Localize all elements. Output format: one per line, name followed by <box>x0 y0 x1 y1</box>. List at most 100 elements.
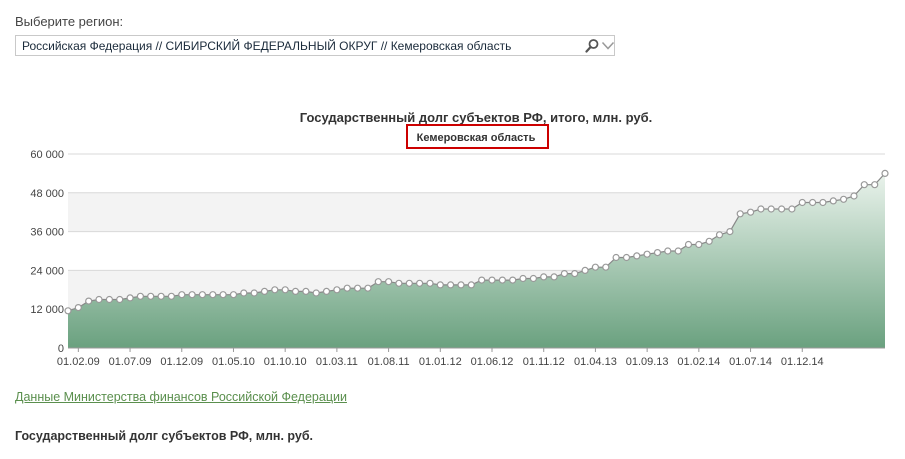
x-tick-label: 01.04.13 <box>574 356 617 368</box>
x-tick-label: 01.05.10 <box>212 356 255 368</box>
chart-title: Государственный долг субъектов РФ, итого… <box>300 110 652 125</box>
y-tick-label: 0 <box>58 343 64 355</box>
data-point <box>385 278 393 286</box>
x-tick-label: 01.10.10 <box>264 356 307 368</box>
data-point <box>291 287 300 295</box>
data-point <box>229 291 238 299</box>
data-point <box>695 240 703 249</box>
data-point <box>571 270 579 278</box>
x-tick-label: 01.12.09 <box>160 356 203 368</box>
data-point <box>364 284 372 292</box>
data-point <box>436 281 444 289</box>
data-point <box>860 181 868 189</box>
data-point <box>343 284 351 292</box>
data-point <box>105 295 114 304</box>
data-point <box>602 263 610 271</box>
x-tick-label: 01.11.12 <box>523 356 565 368</box>
data-point <box>354 284 362 292</box>
y-tick-label: 12 000 <box>30 304 64 316</box>
data-point <box>447 281 455 289</box>
data-point <box>240 289 248 297</box>
data-point <box>260 287 269 295</box>
data-point <box>850 192 858 200</box>
data-point <box>653 249 662 257</box>
data-point <box>457 281 465 289</box>
data-point <box>312 289 320 297</box>
search-icon[interactable] <box>585 38 600 53</box>
data-point <box>219 291 227 299</box>
x-tick-label: 01.02.09 <box>57 356 100 368</box>
data-point <box>705 237 713 245</box>
data-point <box>64 307 72 315</box>
chart-svg: Государственный долг субъектов РФ, итого… <box>30 110 889 368</box>
data-point <box>405 279 413 287</box>
data-point <box>798 198 806 207</box>
data-point <box>839 195 848 203</box>
section-title: Государственный долг субъектов РФ, млн. … <box>15 429 314 443</box>
x-tick-label: 01.03.11 <box>316 356 358 368</box>
data-point <box>322 287 331 295</box>
data-point <box>622 253 631 262</box>
data-point <box>126 294 134 302</box>
chart-subtitle: Кемеровская область <box>417 132 536 144</box>
y-tick-label: 36 000 <box>30 227 64 239</box>
data-point <box>74 304 82 312</box>
data-point <box>643 250 651 258</box>
data-point <box>198 291 206 299</box>
data-point <box>416 279 424 287</box>
x-tick-label: 01.09.13 <box>626 356 669 368</box>
data-point <box>498 276 506 284</box>
data-point <box>560 270 569 278</box>
data-point <box>736 210 744 218</box>
data-point <box>136 292 144 300</box>
data-point <box>426 279 434 287</box>
region-select[interactable]: Российская Федерация // СИБИРСКИЙ ФЕДЕРА… <box>15 35 615 56</box>
data-point <box>684 240 693 249</box>
region-select-value: Российская Федерация // СИБИРСКИЙ ФЕДЕРА… <box>22 39 512 53</box>
x-tick-label: 01.12.14 <box>781 356 824 368</box>
data-point <box>147 292 155 300</box>
data-point <box>374 278 382 286</box>
x-tick-label: 01.08.11 <box>368 356 410 368</box>
data-point <box>281 286 289 294</box>
x-tick-label: 01.02.14 <box>677 356 720 368</box>
x-tick-label: 01.06.12 <box>471 356 514 368</box>
data-point <box>478 276 486 284</box>
data-point <box>664 247 672 255</box>
data-point <box>715 231 724 239</box>
y-tick-label: 24 000 <box>30 265 64 277</box>
y-tick-label: 60 000 <box>30 149 64 161</box>
data-point <box>746 208 755 216</box>
data-point <box>85 297 93 305</box>
data-point <box>157 292 165 300</box>
data-point <box>633 252 641 260</box>
data-point <box>881 169 889 178</box>
data-point <box>271 286 279 294</box>
chevron-down-icon[interactable] <box>601 39 615 52</box>
data-point <box>581 266 589 274</box>
data-point <box>116 295 124 304</box>
data-point <box>550 273 558 281</box>
data-point <box>591 263 600 271</box>
data-point <box>167 292 175 300</box>
debt-chart: Государственный долг субъектов РФ, итого… <box>0 100 905 375</box>
data-point <box>529 274 538 283</box>
data-point <box>95 295 103 304</box>
data-point <box>302 287 310 295</box>
data-point <box>757 205 765 213</box>
data-point <box>777 205 786 213</box>
data-point <box>767 205 775 213</box>
data-point <box>509 276 517 284</box>
plot-area: 0 12 000 24 000 36 000 48 000 60 000 01.02.09 0… <box>30 149 889 368</box>
data-point <box>808 198 817 207</box>
data-point <box>829 197 837 205</box>
data-point <box>819 198 827 207</box>
data-point <box>188 291 196 299</box>
data-point <box>488 276 496 284</box>
data-point <box>612 253 620 262</box>
data-point <box>333 286 341 294</box>
data-point <box>540 273 548 281</box>
data-point <box>519 274 527 283</box>
data-point <box>250 289 258 297</box>
minfin-data-link[interactable]: Данные Министерства финансов Российской … <box>15 390 347 404</box>
